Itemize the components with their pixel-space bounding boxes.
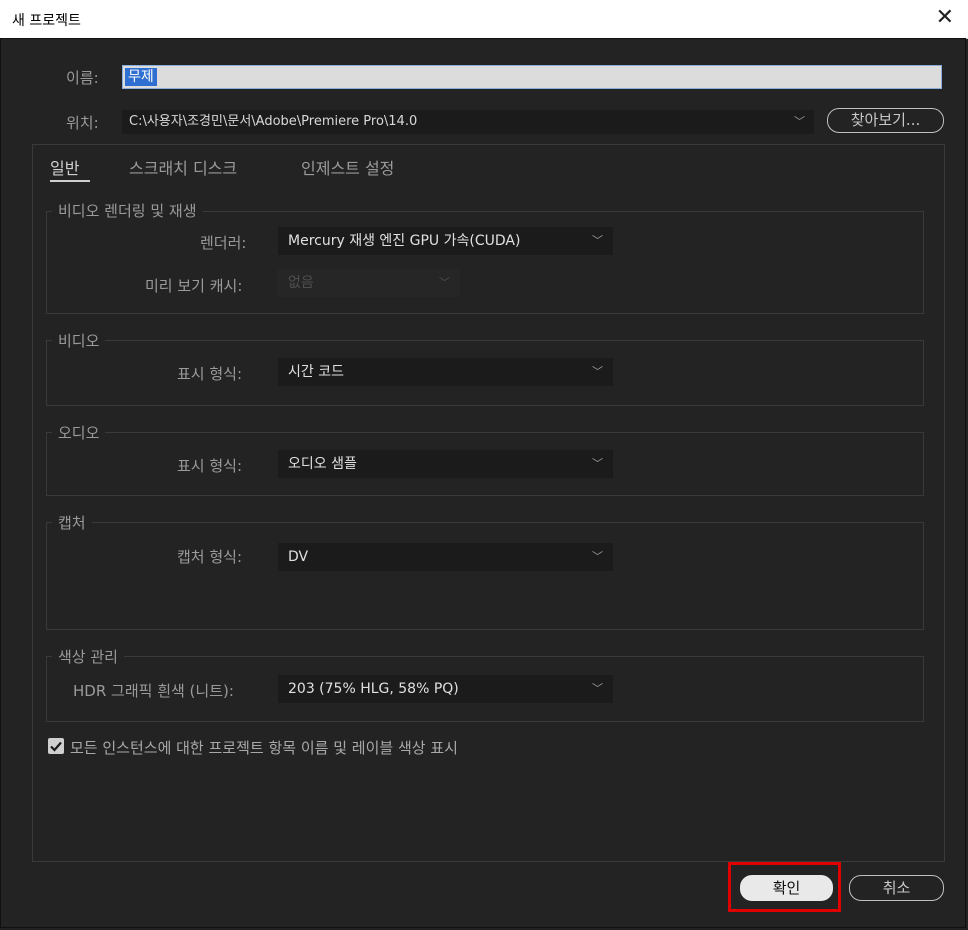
color-management-title: 색상 관리 [52,646,124,667]
capture-format-label: 캡처 형식: [177,548,243,566]
capture-group [46,522,924,630]
preview-cache-select: 없음 ﹀ [278,269,460,297]
tab-active-underline [50,180,90,182]
location-value: C:\사용자\조경민\문서\Adobe\Premiere Pro\14.0 [129,114,418,129]
browse-button[interactable]: 찾아보기... [827,108,944,133]
location-select[interactable]: C:\사용자\조경민\문서\Adobe\Premiere Pro\14.0 ﹀ [122,110,814,134]
preview-cache-value: 없음 [288,275,314,291]
audio-display-format-select[interactable]: 오디오 샘플 ﹀ [278,450,613,478]
title-bar: 새 프로젝트 ✕ [0,0,968,39]
chevron-down-icon: ﹀ [592,682,603,695]
project-name-input[interactable] [122,65,942,89]
video-render-title: 비디오 렌더링 및 재생 [52,200,203,221]
video-display-format-label: 표시 형식: [177,365,243,383]
chevron-down-icon: ﹀ [592,550,603,563]
chevron-down-icon: ﹀ [439,276,450,289]
checkmark-icon [50,741,62,752]
show-label-color-checkbox[interactable] [48,738,64,754]
video-display-format-select[interactable]: 시간 코드 ﹀ [278,358,613,386]
audio-display-format-value: 오디오 샘플 [288,456,357,472]
name-label: 이름: [66,69,99,87]
renderer-value: Mercury 재생 엔진 GPU 가속(CUDA) [288,233,521,249]
ok-button[interactable]: 확인 [740,875,833,901]
show-label-color-label: 모든 인스턴스에 대한 프로젝트 항목 이름 및 레이블 색상 표시 [70,739,458,757]
chevron-down-icon: ﹀ [794,115,805,128]
audio-title: 오디오 [52,422,106,443]
video-title: 비디오 [52,330,106,351]
close-icon[interactable]: ✕ [936,6,954,30]
cancel-button[interactable]: 취소 [849,875,944,901]
hdr-white-value: 203 (75% HLG, 58% PQ) [288,681,459,697]
tab-ingest-settings[interactable]: 인제스트 설정 [301,155,394,179]
video-display-format-value: 시간 코드 [288,364,344,380]
chevron-down-icon: ﹀ [592,234,603,247]
renderer-label: 렌더러: [200,234,247,252]
capture-format-select[interactable]: DV ﹀ [278,543,613,571]
capture-title: 캡처 [52,512,92,533]
audio-display-format-label: 표시 형식: [177,457,243,475]
hdr-white-select[interactable]: 203 (75% HLG, 58% PQ) ﹀ [278,675,613,703]
window-title: 새 프로젝트 [12,13,81,29]
preview-cache-label: 미리 보기 캐시: [145,277,243,295]
hdr-white-label: HDR 그래픽 흰색 (니트): [73,682,234,700]
chevron-down-icon: ﹀ [592,457,603,470]
tab-scratch-disks[interactable]: 스크래치 디스크 [129,155,237,179]
chevron-down-icon: ﹀ [592,365,603,378]
project-name-value: 무제 [125,68,157,86]
location-label: 위치: [66,114,99,132]
capture-format-value: DV [288,549,309,565]
renderer-select[interactable]: Mercury 재생 엔진 GPU 가속(CUDA) ﹀ [278,227,613,255]
tab-general[interactable]: 일반 [50,155,79,179]
